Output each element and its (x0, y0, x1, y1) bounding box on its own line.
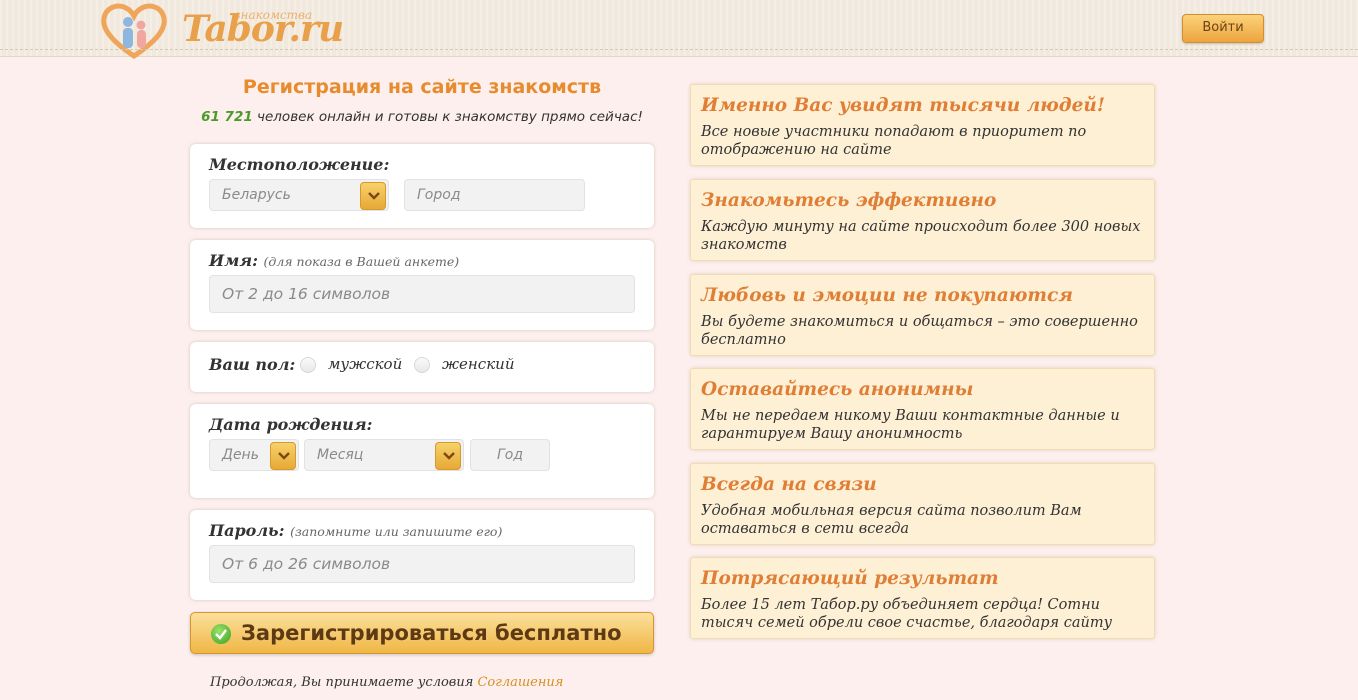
heart-logo-icon (101, 3, 167, 60)
feature-title: Любовь и эмоции не покупаются (701, 285, 1073, 306)
feature-text: Каждую минуту на сайте происходит более … (701, 219, 1141, 253)
birthdate-label: Дата рождения: (209, 415, 373, 434)
gender-male-radio[interactable] (300, 357, 316, 373)
gender-female-label[interactable]: женский (442, 355, 515, 373)
name-label: Имя: (209, 251, 258, 270)
feature-title: Всегда на связи (701, 474, 877, 495)
feature-text: Удобная мобильная версия сайта позволит … (701, 503, 1082, 537)
gender-female-radio[interactable] (414, 357, 430, 373)
feature-card: Именно Вас увидят тысячи людей! Все новы… (690, 84, 1155, 166)
country-dropdown-arrow[interactable] (360, 182, 386, 210)
name-card: Имя: (для показа в Вашей анкете) От 2 до… (190, 240, 654, 330)
register-button[interactable]: Зарегистрироваться бесплатно (190, 612, 654, 654)
terms-link[interactable]: Соглашения (477, 675, 563, 690)
feature-title: Оставайтесь анонимны (701, 379, 974, 400)
name-label-row: Имя: (для показа в Вашей анкете) (209, 251, 459, 270)
day-select[interactable]: День (209, 439, 299, 471)
terms-prefix: Продолжая, Вы принимаете условия (210, 675, 478, 690)
login-button[interactable]: Войти (1182, 14, 1264, 43)
feature-title: Потрясающий результат (701, 568, 999, 589)
password-hint: (запомните или запишите его) (290, 524, 503, 539)
chevron-down-icon (443, 452, 455, 460)
site-logo[interactable]: знакомства Tabor.ru (100, 2, 344, 60)
check-circle-icon (211, 624, 231, 644)
logo-text: Tabor.ru (182, 8, 344, 50)
gender-card: Ваш пол: мужской женский (190, 342, 654, 392)
feature-card: Любовь и эмоции не покупаются Вы будете … (690, 274, 1155, 356)
day-dropdown-arrow[interactable] (270, 442, 296, 470)
location-card: Местоположение: Беларусь Город (190, 144, 654, 228)
feature-card: Оставайтесь анонимны Мы не передаем нико… (690, 368, 1155, 450)
register-button-label: Зарегистрироваться бесплатно (241, 621, 622, 645)
online-counter-text: 61 721 человек онлайн и готовы к знакомс… (190, 109, 654, 125)
gender-male-label[interactable]: мужской (328, 355, 402, 373)
registration-title: Регистрация на сайте знакомств (242, 76, 602, 98)
online-count: 61 721 (201, 109, 253, 125)
password-card: Пароль: (запомните или запишите его) От … (190, 510, 654, 600)
chevron-down-icon (278, 452, 290, 460)
feature-text: Мы не передаем никому Ваши контактные да… (701, 408, 1120, 442)
birthdate-card: Дата рождения: День Месяц Год (190, 404, 654, 498)
feature-title: Знакомьтесь эффективно (701, 190, 997, 211)
site-header: знакомства Tabor.ru Войти (0, 0, 1358, 60)
online-text: человек онлайн и готовы к знакомству пря… (252, 109, 643, 125)
gender-label: Ваш пол: (209, 355, 296, 374)
password-label: Пароль: (209, 521, 285, 540)
country-value: Беларусь (222, 187, 291, 203)
month-value: Месяц (317, 447, 364, 463)
country-select[interactable]: Беларусь (209, 179, 389, 211)
password-input[interactable]: От 6 до 26 символов (209, 545, 635, 583)
feature-text: Более 15 лет Табор.ру объединяет сердца!… (701, 597, 1112, 631)
month-dropdown-arrow[interactable] (435, 442, 461, 470)
feature-text: Вы будете знакомиться и общаться – это с… (701, 314, 1138, 348)
feature-card: Потрясающий результат Более 15 лет Табор… (690, 557, 1155, 639)
feature-card: Всегда на связи Удобная мобильная версия… (690, 463, 1155, 545)
feature-card: Знакомьтесь эффективно Каждую минуту на … (690, 179, 1155, 261)
city-input[interactable]: Город (404, 179, 585, 211)
feature-title: Именно Вас увидят тысячи людей! (701, 95, 1105, 116)
name-input[interactable]: От 2 до 16 символов (209, 275, 635, 313)
terms-text: Продолжая, Вы принимаете условия Соглаше… (210, 675, 563, 690)
location-label: Местоположение: (209, 155, 390, 174)
password-label-row: Пароль: (запомните или запишите его) (209, 521, 502, 540)
name-hint: (для показа в Вашей анкете) (263, 254, 460, 269)
month-select[interactable]: Месяц (304, 439, 464, 471)
feature-text: Все новые участники попадают в приоритет… (701, 124, 1087, 158)
chevron-down-icon (368, 192, 380, 200)
day-value: День (222, 447, 259, 463)
year-input[interactable]: Год (470, 439, 550, 471)
